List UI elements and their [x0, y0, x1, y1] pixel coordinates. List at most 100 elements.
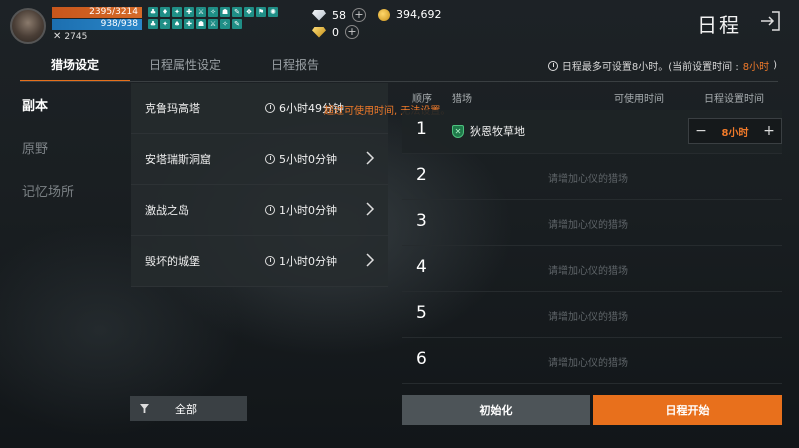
decrease-time-button[interactable]: − — [695, 123, 707, 139]
notice-text: 日程最多可设置8小时。(当前设置时间 : — [561, 62, 739, 73]
list-item[interactable]: 激战之岛 1小时0分钟 — [131, 185, 388, 236]
buff-icon[interactable]: ✺ — [268, 7, 278, 17]
tab-schedule-report[interactable]: 日程报告 — [240, 52, 350, 82]
table-row[interactable]: 5 请增加心仪的猎场 — [402, 294, 782, 338]
sidebar-item-field[interactable]: 原野 — [22, 138, 48, 157]
gold-gem-value: 0 — [332, 25, 339, 39]
clock-icon — [265, 103, 275, 113]
filter-button[interactable]: 全部 — [130, 396, 247, 421]
divider — [20, 81, 778, 82]
avatar[interactable] — [10, 8, 46, 44]
list-item[interactable]: 安塔瑞斯洞窟 5小时0分钟 — [131, 134, 388, 185]
row-placeholder: 请增加心仪的猎场 — [548, 358, 628, 369]
start-schedule-button[interactable]: 日程开始 — [593, 395, 782, 425]
gold-gem-currency: 0 + — [312, 25, 359, 39]
dungeon-name: 安塔瑞斯洞窟 — [145, 153, 211, 166]
tab-schedule-attributes[interactable]: 日程属性设定 — [130, 52, 240, 82]
gold-value: 394,692 — [396, 8, 442, 21]
buff-icon[interactable]: ✧ — [208, 7, 218, 17]
reset-button[interactable]: 初始化 — [402, 395, 590, 425]
buff-icon[interactable]: ✦ — [172, 7, 182, 17]
dungeon-time: 1小时0分钟 — [265, 253, 337, 269]
clock-icon — [265, 205, 275, 215]
combat-power-value: 2745 — [64, 31, 88, 42]
dungeon-name: 激战之岛 — [145, 204, 189, 217]
gold-currency: 394,692 — [378, 8, 442, 21]
schedule-notice: 日程最多可设置8小时。(当前设置时间 : 8小时) — [547, 58, 777, 73]
combat-power: ✕ 2745 — [53, 31, 87, 42]
buff-icon[interactable]: ♠ — [172, 19, 182, 29]
buff-icon[interactable]: ✧ — [220, 19, 230, 29]
exit-icon[interactable] — [759, 10, 781, 32]
crossed-swords-icon: ✕ — [452, 124, 464, 138]
row-number: 4 — [416, 257, 427, 277]
diamond-currency: 58 + — [312, 8, 366, 22]
gold-coin-icon — [378, 8, 390, 21]
chevron-right-icon[interactable] — [364, 151, 376, 165]
hp-bar: 2395/3214 — [52, 7, 142, 18]
notice-highlight: 8小时 — [742, 62, 770, 73]
buff-icon[interactable]: ❖ — [244, 7, 254, 17]
diamond-icon — [312, 9, 326, 21]
buff-icon[interactable]: ✎ — [232, 19, 242, 29]
row-number: 6 — [416, 349, 427, 369]
time-stepper: − 8小时 + — [688, 118, 782, 144]
buff-icon[interactable]: ✎ — [232, 7, 242, 17]
list-item[interactable]: 毁坏的城堡 1小时0分钟 — [131, 236, 388, 287]
gold-gem-icon — [312, 26, 326, 38]
add-gold-gem-button[interactable]: + — [345, 25, 359, 39]
mp-bar: 938/938 — [52, 19, 142, 30]
table-row[interactable]: 4 请增加心仪的猎场 — [402, 248, 782, 292]
column-header-setting: 日程设置时间 — [704, 94, 764, 105]
sidebar-item-memory-place[interactable]: 记忆场所 — [22, 181, 74, 200]
row-number: 3 — [416, 211, 427, 231]
page-title: 日程 — [697, 13, 741, 37]
time-value: 8小时 — [721, 127, 749, 139]
add-diamond-button[interactable]: + — [352, 8, 366, 22]
buff-icon[interactable]: ♣ — [148, 7, 158, 17]
row-placeholder: 请增加心仪的猎场 — [548, 220, 628, 231]
chevron-right-icon[interactable] — [364, 253, 376, 267]
row-number: 1 — [416, 119, 427, 139]
filter-icon — [140, 404, 149, 413]
buff-row[interactable]: ♣ ♦ ✦ ✚ ⚔ ✧ ☗ ✎ ❖ ⚑ ✺ — [148, 7, 278, 17]
tab-hunting-ground[interactable]: 猎场设定 — [20, 52, 130, 82]
notice-suffix: ) — [773, 60, 777, 71]
row-number: 2 — [416, 165, 427, 185]
scheduled-field-name: 狄恩牧草地 — [470, 125, 525, 138]
row-placeholder: 请增加心仪的猎场 — [548, 174, 628, 185]
sidebar-item-dungeon[interactable]: 副本 — [22, 95, 48, 114]
buff-icon[interactable]: ⚔ — [208, 19, 218, 29]
dungeon-time-value: 5小时0分钟 — [279, 153, 337, 166]
buff-icon[interactable]: ⚑ — [256, 7, 266, 17]
buff-icon[interactable]: ♦ — [160, 7, 170, 17]
dungeon-name: 毁坏的城堡 — [145, 255, 200, 268]
buff-icon[interactable]: ☗ — [220, 7, 230, 17]
dungeon-time-value: 1小时0分钟 — [279, 204, 337, 217]
tab-bar: 猎场设定 日程属性设定 日程报告 — [20, 52, 350, 82]
clock-icon — [265, 154, 275, 164]
buff-icon[interactable]: ♣ — [148, 19, 158, 29]
row-placeholder: 请增加心仪的猎场 — [548, 312, 628, 323]
buff-icon[interactable]: ✚ — [184, 7, 194, 17]
clock-icon — [547, 60, 558, 71]
buff-icon[interactable]: ✦ — [160, 19, 170, 29]
dungeon-time-value: 1小时0分钟 — [279, 255, 337, 268]
dungeon-name: 克鲁玛高塔 — [145, 102, 200, 115]
table-row[interactable]: 3 请增加心仪的猎场 — [402, 202, 782, 246]
column-header-field: 猎场 — [452, 94, 472, 105]
table-row[interactable]: 6 请增加心仪的猎场 — [402, 340, 782, 384]
row-number: 5 — [416, 303, 427, 323]
row-placeholder: 请增加心仪的猎场 — [548, 266, 628, 277]
column-header-available: 可使用时间 — [614, 94, 664, 105]
chevron-right-icon[interactable] — [364, 202, 376, 216]
buff-icon[interactable]: ☗ — [196, 19, 206, 29]
column-header-order: 顺序 — [412, 94, 432, 105]
increase-time-button[interactable]: + — [763, 123, 775, 139]
table-row[interactable]: 2 请增加心仪的猎场 — [402, 156, 782, 200]
table-row[interactable]: 1 ✕ 狄恩牧草地 − 8小时 + — [402, 110, 782, 154]
diamond-value: 58 — [332, 8, 346, 22]
buff-icon[interactable]: ✚ — [184, 19, 194, 29]
buff-icon[interactable]: ⚔ — [196, 7, 206, 17]
buff-row-2[interactable]: ♣ ✦ ♠ ✚ ☗ ⚔ ✧ ✎ — [148, 19, 242, 29]
